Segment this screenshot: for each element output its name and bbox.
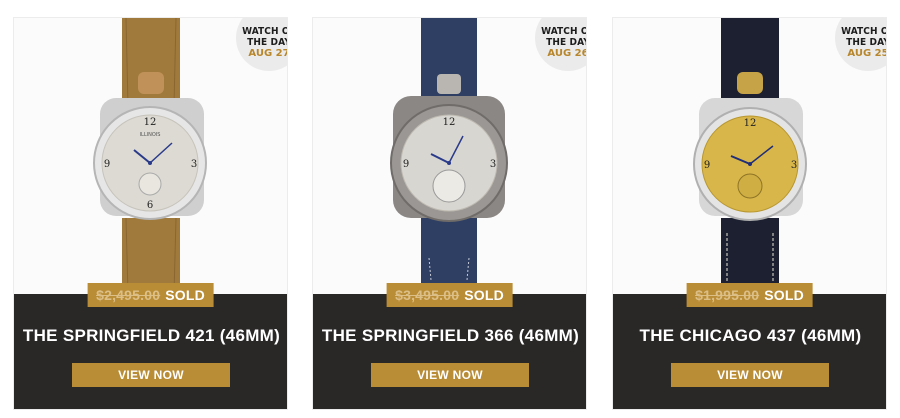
badge-date: AUG 25 [847,48,887,59]
product-title[interactable]: THE SPRINGFIELD 366 (46MM) [313,326,586,346]
card-info-panel [613,294,886,409]
svg-text:9: 9 [104,159,110,170]
product-card[interactable]: 12 3 9 WATCH OF THE DAY AUG 26 $3,495.00… [312,17,587,410]
price-amount: $2,495.00 [96,287,161,303]
badge-line-2: THE DAY [546,37,587,48]
view-now-button[interactable]: VIEW NOW [72,363,230,387]
svg-text:3: 3 [490,159,496,170]
product-card[interactable]: 12 3 6 9 ILLINOIS WATCH OF THE DAY AUG 2… [13,17,288,410]
product-image[interactable]: 12 3 6 9 ILLINOIS WATCH OF THE DAY AUG 2… [14,18,288,294]
svg-text:ILLINOIS: ILLINOIS [140,132,161,138]
badge-line-2: THE DAY [247,37,288,48]
price-tag: $2,495.00 SOLD [87,283,214,307]
product-image[interactable]: 12 3 9 WATCH OF THE DAY AUG 25 [613,18,887,294]
price-amount: $3,495.00 [395,287,460,303]
card-info-panel [14,294,287,409]
svg-text:9: 9 [704,160,710,171]
svg-text:12: 12 [443,117,456,128]
price-tag: $3,495.00 SOLD [386,283,513,307]
svg-text:6: 6 [147,200,153,211]
card-info-panel [313,294,586,409]
svg-text:3: 3 [791,160,797,171]
product-title[interactable]: THE CHICAGO 437 (46MM) [613,326,886,346]
badge-date: AUG 27 [248,48,288,59]
product-card[interactable]: 12 3 9 WATCH OF THE DAY AUG 25 $1,995.00… [612,17,887,410]
badge-line-2: THE DAY [846,37,887,48]
sold-label: SOLD [464,287,504,303]
badge-date: AUG 26 [547,48,587,59]
sold-label: SOLD [764,287,804,303]
view-now-button[interactable]: VIEW NOW [371,363,529,387]
watch-of-the-day-grid: 12 3 6 9 ILLINOIS WATCH OF THE DAY AUG 2… [0,0,900,418]
badge-line-1: WATCH OF [242,26,287,37]
sold-label: SOLD [165,287,205,303]
svg-text:12: 12 [744,118,757,129]
badge-line-1: WATCH OF [841,26,886,37]
product-image[interactable]: 12 3 9 WATCH OF THE DAY AUG 26 [313,18,587,294]
product-title[interactable]: THE SPRINGFIELD 421 (46MM) [14,326,287,346]
badge-line-1: WATCH OF [541,26,586,37]
svg-text:3: 3 [191,159,197,170]
view-now-button[interactable]: VIEW NOW [671,363,829,387]
price-amount: $1,995.00 [695,287,760,303]
price-tag: $1,995.00 SOLD [686,283,813,307]
svg-text:12: 12 [144,117,157,128]
svg-text:9: 9 [403,159,409,170]
